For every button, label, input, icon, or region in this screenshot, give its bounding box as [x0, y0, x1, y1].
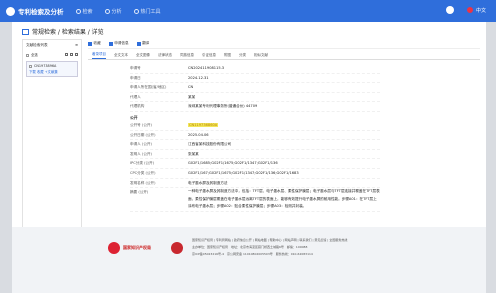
apply-info-button[interactable]: 申请信息 — [108, 41, 129, 46]
search-icon — [75, 8, 81, 14]
publication-fields: 公开号 (公开) CN119736860A 公开日期 (公开) 2025.04.06… — [130, 121, 380, 212]
avatar[interactable] — [445, 6, 454, 14]
chart-icon — [104, 8, 110, 14]
field-row: 发明人 (公开) 张某某 — [130, 150, 380, 160]
breadcrumb: 常规检索 / 检索结果 / 详览 — [22, 27, 104, 36]
footer-icp: 京ICP备05023216号-4 京公网安备 11010802005503号 服… — [192, 252, 313, 256]
field-row: 发明名称 (公开) 电子墨水屏及其制造方法 — [130, 179, 380, 189]
field-row: 公开号 (公开) CN119736860A — [130, 121, 380, 131]
tools-icon — [133, 8, 139, 14]
tab-bibliographic[interactable]: 著录项目 — [92, 51, 106, 59]
tab-legal-status[interactable]: 法律状态 — [158, 52, 172, 59]
translate-button[interactable]: 翻译 — [136, 41, 149, 46]
footer-logo: 国家知识产权局 — [108, 242, 183, 254]
star-icon — [88, 41, 92, 46]
page-footer: 国家知识产权局 国家知识产权局 | 专利局网站 | 政府信息公开 | 网站地图 … — [12, 227, 486, 293]
language-label[interactable]: 中文 — [476, 7, 486, 14]
list-icon[interactable] — [69, 52, 73, 57]
field-row: 代理人 某某 — [130, 93, 380, 103]
logo-icon — [6, 6, 15, 16]
field-row: IPC分类 (公开) G02F1/1685;G02F1/1675;G02F1/13… — [130, 159, 380, 169]
field-row: 申请号 CN202411908115.3 — [130, 64, 380, 74]
field-row: 代理机构 深圳某某专利代理事务所(普通合伙) 44709 — [130, 102, 380, 112]
breadcrumb-text[interactable]: 常规检索 / 检索结果 / 详览 — [32, 27, 104, 36]
select-all-checkbox[interactable] — [26, 53, 29, 57]
collapse-icon[interactable]: ≡ — [75, 43, 78, 48]
footer-text: 国家知识产权局 | 专利局网站 | 政府信息公开 | 网站地图 | 帮助中心 |… — [192, 237, 452, 258]
settings-icon[interactable] — [74, 52, 78, 57]
app-title: 专利检索及分析 — [18, 8, 64, 16]
field-row: CPC分类 (公开) G02F1/167;G02F1/1675;G02F1/134… — [130, 169, 380, 179]
publication-number[interactable]: CN119736860A — [188, 122, 219, 127]
party-emblem-icon — [171, 242, 183, 254]
field-row: 申请人所在国(省/地区) CN — [130, 83, 380, 93]
sidebar-header: 文献检索列表 ≡ — [26, 43, 78, 48]
tab-fulltext[interactable]: 全文文本 — [114, 52, 128, 59]
nav-search[interactable]: 检索 — [75, 8, 93, 15]
field-row: 公开日期 (公开) 2025.04.06 — [130, 131, 380, 141]
item-actions[interactable]: 下载 收藏 +文献集 — [29, 69, 75, 74]
tab-family[interactable]: 同族信息 — [180, 52, 194, 59]
language-icon — [466, 7, 473, 13]
favorite-button[interactable]: 收藏 — [88, 41, 101, 46]
footer-address: 主办单位：国家知识产权局 地址：北京市海淀区蓟门桥西土城路6号 邮编：10008… — [192, 245, 308, 249]
sidebar-controls: 全选 — [23, 51, 81, 58]
user-area[interactable]: 中文 — [445, 6, 486, 14]
toolbar: 收藏 申请信息 翻译 — [88, 39, 480, 49]
application-fields: 申请号 CN202411908115.3 申请日 2024.12.31 申请人所在国… — [130, 64, 380, 112]
main-panel: 常规检索 / 检索结果 / 详览 文献检索列表 ≡ 全选 CN1973896A 下… — [12, 22, 486, 293]
tab-fullimage[interactable]: 全文图像 — [136, 52, 150, 59]
cnipa-logo-icon — [108, 242, 120, 254]
brand[interactable]: 专利检索及分析 — [6, 6, 64, 16]
top-nav: 检索 分析 热门工具 — [75, 8, 173, 15]
abstract-row: 摘要 (公开) 一种电子墨水屏及其制造方法中，包括：TFT层、电子墨水层、柔性保护… — [130, 188, 380, 212]
grid-icon[interactable] — [64, 52, 68, 57]
tab-classification[interactable]: 分类 — [239, 52, 246, 59]
home-icon — [22, 28, 29, 35]
field-row: 申请日 2024.12.31 — [130, 74, 380, 84]
item-checkbox[interactable] — [29, 64, 32, 68]
tab-citation[interactable]: 引证信息 — [202, 52, 216, 59]
info-icon — [108, 41, 113, 46]
tab-similar[interactable]: 相似文献 — [254, 52, 268, 59]
top-bar: 专利检索及分析 检索 分析 热门工具 中文 — [0, 0, 496, 22]
tab-figures[interactable]: 附图 — [224, 52, 231, 59]
nav-tools[interactable]: 热门工具 — [133, 8, 161, 15]
translate-icon — [136, 41, 141, 46]
footer-links[interactable]: 国家知识产权局 | 专利局网站 | 政府信息公开 | 网站地图 | 帮助中心 |… — [192, 237, 452, 244]
nav-analysis[interactable]: 分析 — [104, 8, 122, 15]
abstract-text: 一种电子墨水屏及其制造方法中，包括：TFT层、电子墨水层、柔性保护膜层；电子墨水… — [188, 189, 380, 209]
detail-tabs: 著录项目 全文文本 全文图像 法律状态 同族信息 引证信息 附图 分类 相似文献 — [88, 51, 480, 60]
list-item[interactable]: CN1973896A 下载 收藏 +文献集 — [26, 61, 78, 77]
field-row: 申请人 (公开) 江西省某科技股份有限公司 — [130, 140, 380, 150]
item-id[interactable]: CN1973896A — [34, 64, 56, 68]
